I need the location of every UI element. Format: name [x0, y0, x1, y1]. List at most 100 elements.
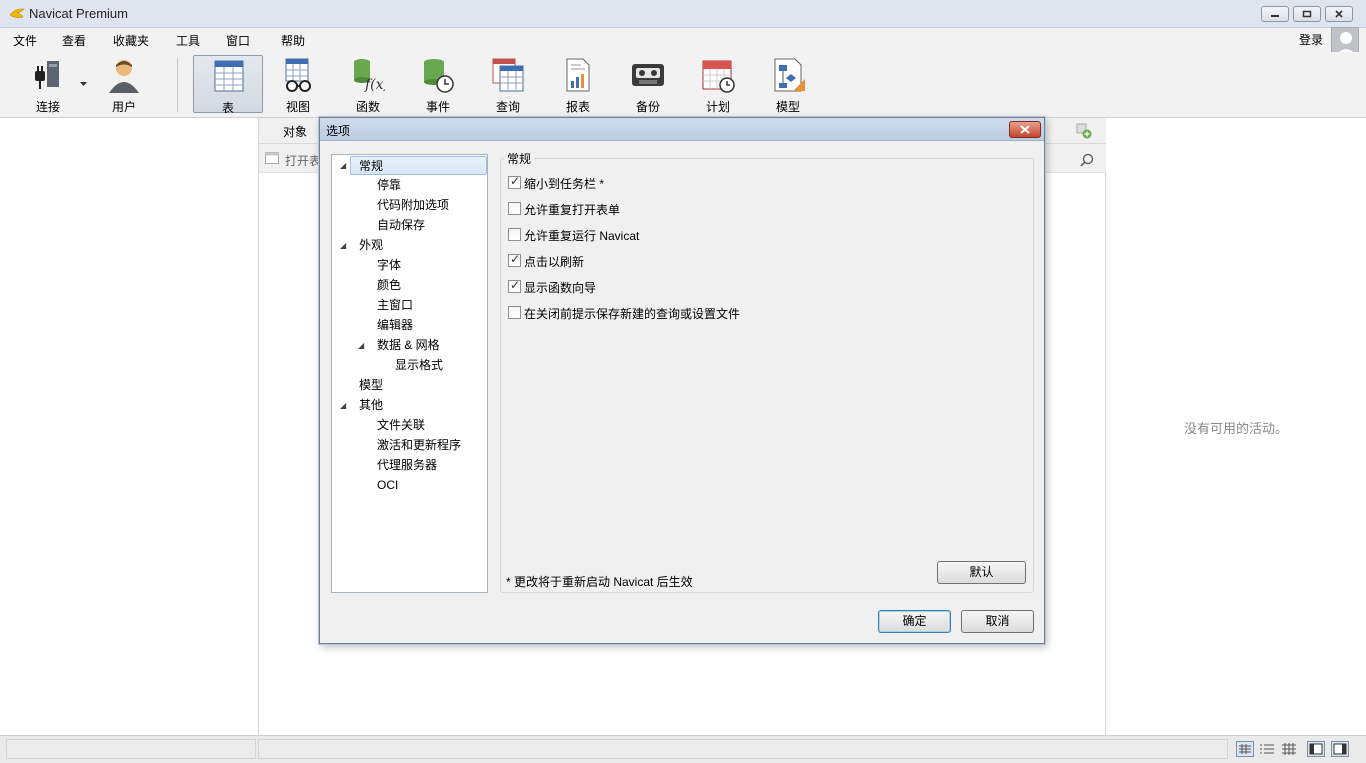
- open-table-icon: [265, 152, 279, 164]
- view-label: 视图: [285, 100, 310, 114]
- tree-item-general[interactable]: 常规: [350, 156, 487, 175]
- search-icon[interactable]: [1080, 153, 1094, 167]
- connect-button[interactable]: 连接: [13, 55, 83, 114]
- report-button[interactable]: 报表: [543, 55, 613, 114]
- open-table-button[interactable]: 打开表: [285, 152, 321, 169]
- list-view-icon[interactable]: [1236, 741, 1254, 757]
- dialog-title-bar[interactable]: 选项: [320, 118, 1044, 141]
- close-icon: [1020, 125, 1030, 134]
- chevron-down-icon[interactable]: [80, 82, 87, 87]
- navigation-pane[interactable]: [0, 118, 259, 735]
- minimize-icon: [1271, 15, 1279, 17]
- tree-item-autosave[interactable]: 自动保存: [377, 216, 425, 235]
- query-button[interactable]: 查询: [473, 55, 543, 114]
- option-label: 在关闭前提示保存新建的查询或设置文件: [524, 307, 741, 321]
- option-label: 允许重复运行 Navicat: [524, 229, 640, 243]
- dialog-close-button[interactable]: [1009, 121, 1041, 138]
- model-label: 模型: [775, 100, 800, 114]
- login-link[interactable]: 登录: [1299, 31, 1323, 48]
- tree-item-main-window[interactable]: 主窗口: [377, 296, 413, 315]
- table-button[interactable]: 表: [193, 55, 263, 115]
- tree-item-code-append[interactable]: 代码附加选项: [377, 196, 449, 215]
- status-bar: [0, 735, 1366, 763]
- tree-item-editor[interactable]: 编辑器: [377, 316, 413, 335]
- toggle-right-pane-icon[interactable]: [1331, 741, 1349, 757]
- menu-file[interactable]: 文件: [13, 32, 37, 49]
- backup-button[interactable]: 备份: [613, 55, 683, 114]
- schedule-calendar-icon: [702, 60, 735, 93]
- user-icon: [109, 60, 139, 93]
- connection-plug-icon: [35, 61, 59, 89]
- expanded-arrow-icon[interactable]: ◢: [340, 161, 346, 170]
- ok-button[interactable]: 确定: [878, 610, 951, 633]
- menu-view[interactable]: 查看: [62, 32, 86, 49]
- tree-item-docking[interactable]: 停靠: [377, 176, 401, 195]
- expanded-arrow-icon[interactable]: ◢: [358, 341, 364, 350]
- connect-label: 连接: [35, 100, 60, 114]
- new-object-icon[interactable]: [1076, 123, 1092, 139]
- tree-item-activation-update[interactable]: 激活和更新程序: [377, 436, 461, 455]
- minimize-button[interactable]: [1261, 6, 1289, 22]
- cancel-button[interactable]: 取消: [961, 610, 1034, 633]
- detail-view-icon[interactable]: [1258, 741, 1276, 757]
- tree-item-data-grid[interactable]: 数据 & 网格: [377, 336, 440, 355]
- checkbox[interactable]: ✓: [508, 252, 521, 267]
- function-icon: f(x): [354, 59, 385, 93]
- menu-window[interactable]: 窗口: [226, 32, 250, 49]
- tab-objects[interactable]: 对象: [283, 123, 307, 140]
- general-settings-group: [500, 158, 1034, 593]
- tree-item-font[interactable]: 字体: [377, 256, 401, 275]
- dialog-title: 选项: [326, 124, 351, 138]
- restart-note: * 更改将于重新启动 Navicat 后生效: [506, 575, 693, 589]
- menu-bar: 文件 查看 收藏夹 工具 窗口 帮助: [0, 28, 1366, 52]
- checkbox[interactable]: ✓: [508, 174, 521, 189]
- tree-item-oci[interactable]: OCI: [377, 476, 398, 495]
- tree-item-file-association[interactable]: 文件关联: [377, 416, 425, 435]
- backup-tape-icon: [632, 64, 664, 86]
- no-activity-message: 没有可用的活动。: [1183, 421, 1288, 436]
- status-segment-left: [6, 739, 256, 759]
- toggle-left-pane-icon[interactable]: [1307, 741, 1325, 757]
- checkbox[interactable]: [508, 202, 521, 215]
- view-glasses-icon: [285, 58, 311, 92]
- menu-tools[interactable]: 工具: [176, 32, 200, 49]
- svg-text:f(x): f(x): [364, 77, 385, 93]
- expanded-arrow-icon[interactable]: ◢: [340, 401, 346, 410]
- report-icon: [566, 58, 590, 92]
- checkbox[interactable]: [508, 306, 521, 319]
- query-icon: [492, 58, 524, 92]
- schedule-button[interactable]: 计划: [683, 55, 753, 114]
- event-label: 事件: [425, 100, 450, 114]
- tree-item-appearance[interactable]: 外观: [359, 236, 383, 255]
- tree-item-display-format[interactable]: 显示格式: [395, 356, 443, 375]
- view-button[interactable]: 视图: [263, 55, 333, 114]
- checkbox[interactable]: [508, 228, 521, 241]
- tree-item-color[interactable]: 颜色: [377, 276, 401, 295]
- checkbox[interactable]: ✓: [508, 278, 521, 293]
- user-avatar[interactable]: [1331, 27, 1359, 55]
- expanded-arrow-icon[interactable]: ◢: [340, 241, 346, 250]
- model-button[interactable]: 模型: [753, 55, 823, 114]
- main-toolbar: 连接 用户 表 视图 f(x) 函数 事件 查询 报表 备份 计划 模型: [0, 52, 1366, 118]
- function-label: 函数: [355, 100, 380, 114]
- options-tree[interactable]: ◢ 常规 停靠 代码附加选项 自动保存 ◢ 外观 字体 颜色 主窗口 编辑器 ◢…: [331, 154, 488, 593]
- close-window-button[interactable]: [1325, 6, 1353, 22]
- grid-view-icon[interactable]: [1280, 741, 1298, 757]
- navicat-logo-icon: [9, 8, 25, 18]
- menu-help[interactable]: 帮助: [281, 32, 305, 49]
- user-button[interactable]: 用户: [89, 55, 159, 114]
- tree-item-proxy-server[interactable]: 代理服务器: [377, 456, 437, 475]
- menu-favorites[interactable]: 收藏夹: [113, 32, 149, 49]
- default-button[interactable]: 默认: [937, 561, 1026, 584]
- avatar-icon: [1336, 32, 1356, 54]
- close-icon: [1335, 10, 1343, 18]
- tree-item-other[interactable]: 其他: [359, 396, 383, 415]
- tree-item-model[interactable]: 模型: [359, 376, 383, 395]
- report-label: 报表: [565, 100, 590, 114]
- event-button[interactable]: 事件: [403, 55, 473, 114]
- activity-pane: 没有可用的活动。: [1076, 118, 1366, 735]
- restore-button[interactable]: [1293, 6, 1321, 22]
- function-button[interactable]: f(x) 函数: [333, 55, 403, 114]
- checkmark-icon: ✓: [510, 278, 521, 292]
- query-label: 查询: [495, 100, 520, 114]
